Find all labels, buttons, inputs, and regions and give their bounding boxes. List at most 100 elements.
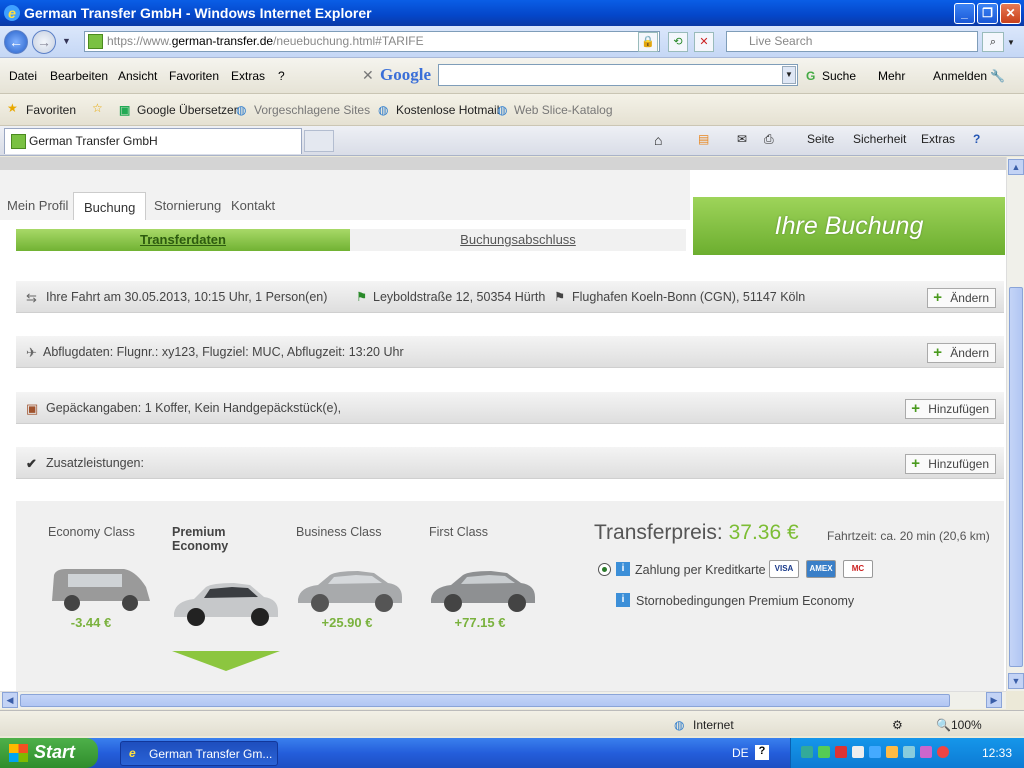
step-transferdaten[interactable]: Transferdaten — [16, 229, 350, 251]
menu-ansicht[interactable]: Ansicht — [118, 69, 157, 83]
tab-favicon — [11, 134, 26, 149]
protected-mode-icon[interactable]: ⚙ — [892, 718, 903, 732]
start-button[interactable]: Start — [0, 738, 98, 768]
tab-german-transfer[interactable]: German Transfer GmbH — [4, 128, 302, 154]
page-menu[interactable]: Seite — [807, 132, 834, 146]
search-icon[interactable]: ⌕ — [982, 32, 1004, 52]
minimize-button[interactable]: _ — [954, 3, 975, 24]
menu-datei[interactable]: Datei — [9, 69, 37, 83]
add-extras-button[interactable]: + Hinzufügen — [905, 454, 996, 474]
storno-link[interactable]: Stornobedingungen Premium Economy — [636, 594, 854, 608]
tray-device-icon[interactable] — [920, 746, 932, 758]
more-button[interactable]: Mehr — [878, 69, 905, 83]
add-luggage-button[interactable]: + Hinzufügen — [905, 399, 996, 419]
add-favorite-icon[interactable]: ☆ — [92, 101, 103, 115]
google-search-button[interactable]: Suche — [822, 69, 856, 83]
language-indicator[interactable]: DE — [732, 746, 749, 760]
start-label: Start — [34, 742, 76, 762]
transfer-price-label: Transferpreis: — [594, 521, 723, 544]
address-bar[interactable]: https://www.german-transfer.de/neuebuchu… — [84, 31, 660, 52]
close-toolbar-icon[interactable]: ✕ — [362, 67, 374, 84]
zoom-level[interactable]: 100% — [951, 718, 982, 732]
search-options-icon[interactable]: ▼ — [1007, 38, 1015, 47]
trip-to: Flughafen Koeln-Bonn (CGN), 51147 Köln — [572, 290, 806, 304]
change-trip-button[interactable]: + Ändern — [927, 288, 996, 308]
mail-icon[interactable]: ✉ — [737, 132, 747, 146]
back-button[interactable]: ← — [4, 30, 28, 54]
close-button[interactable]: ✕ — [1000, 3, 1021, 24]
flight-info: Abflugdaten: Flugnr.: xy123, Flugziel: M… — [43, 345, 404, 359]
new-tab-button[interactable] — [304, 130, 334, 152]
tray-security-icon[interactable] — [886, 746, 898, 758]
history-dropdown-icon[interactable]: ▼ — [62, 36, 71, 46]
class-economy-label[interactable]: Economy Class — [48, 525, 158, 539]
class-business-label[interactable]: Business Class — [296, 525, 406, 539]
help-icon[interactable]: ? — [973, 132, 980, 146]
tray-acrobat-icon[interactable] — [835, 746, 847, 758]
class-premium-label[interactable]: Premium Economy — [172, 525, 262, 553]
maximize-button[interactable]: ❐ — [977, 3, 998, 24]
van-image[interactable] — [46, 561, 154, 617]
lock-icon[interactable]: 🔒 — [638, 32, 658, 52]
scroll-down-icon[interactable]: ▼ — [1008, 673, 1024, 689]
menu-favoriten[interactable]: Favoriten — [169, 69, 219, 83]
security-menu[interactable]: Sicherheit — [853, 132, 906, 146]
menu-bearbeiten[interactable]: Bearbeiten — [50, 69, 108, 83]
sedan-premium-image[interactable] — [172, 575, 280, 631]
feeds-icon[interactable]: ▤ — [698, 132, 709, 146]
nav-stornierung[interactable]: Stornierung — [154, 198, 221, 213]
fav-suggested-sites[interactable]: Vorgeschlagene Sites — [254, 103, 370, 117]
live-search-input[interactable]: Live Search — [726, 31, 978, 52]
horizontal-scrollbar[interactable]: ◀ ▶ — [0, 691, 1006, 709]
scroll-up-icon[interactable]: ▲ — [1008, 159, 1024, 175]
change-flight-button[interactable]: + Ändern — [927, 343, 996, 363]
storno-info-icon[interactable]: i — [616, 593, 630, 607]
payment-label: Zahlung per Kreditkarte — [635, 563, 766, 577]
forward-button[interactable]: → — [32, 30, 56, 54]
home-icon[interactable]: ⌂ — [654, 132, 662, 148]
favorites-button[interactable]: Favoriten — [26, 103, 76, 117]
wrench-icon[interactable]: 🔧 — [990, 69, 1005, 83]
menu-help[interactable]: ? — [278, 69, 285, 83]
price-economy: -3.44 € — [70, 615, 112, 630]
nav-buchung[interactable]: Buchung — [73, 192, 147, 220]
fav-hotmail[interactable]: Kostenlose Hotmail — [396, 103, 499, 117]
nav-mein-profil[interactable]: Mein Profil — [7, 198, 68, 213]
nav-kontakt[interactable]: Kontakt — [231, 198, 275, 213]
tray-app-icon[interactable] — [818, 746, 830, 758]
scroll-right-icon[interactable]: ▶ — [986, 692, 1002, 708]
sign-in-button[interactable]: Anmelden — [933, 69, 987, 83]
sedan-business-image[interactable] — [296, 561, 404, 617]
refresh-icon[interactable]: ⟲ — [668, 32, 688, 52]
zoom-icon: 🔍 — [936, 718, 951, 732]
horizontal-scroll-thumb[interactable] — [20, 694, 950, 707]
print-icon[interactable]: ⎙ — [764, 132, 774, 147]
vertical-scrollbar[interactable]: ▲ ▼ — [1006, 157, 1024, 691]
google-search-input[interactable]: ▼ — [438, 64, 798, 86]
stop-icon[interactable]: ✕ — [694, 32, 714, 52]
menu-extras[interactable]: Extras — [231, 69, 265, 83]
scroll-left-icon[interactable]: ◀ — [2, 692, 18, 708]
transfer-price-value: 37.36 € — [728, 521, 799, 544]
class-first-label[interactable]: First Class — [429, 525, 539, 539]
fav-web-slice[interactable]: Web Slice-Katalog — [514, 103, 613, 117]
ie-site-icon: ◍ — [236, 103, 247, 117]
tray-network-icon[interactable] — [801, 746, 813, 758]
tray-speaker-icon[interactable] — [903, 746, 915, 758]
zone-label: Internet — [693, 718, 734, 732]
fav-google-translate[interactable]: Google Übersetzer — [137, 103, 238, 117]
system-tray: 12:33 — [790, 738, 1024, 768]
payment-radio[interactable] — [598, 563, 611, 576]
menu-bar: Datei Bearbeiten Ansicht Favoriten Extra… — [0, 58, 1024, 94]
sedan-first-image[interactable] — [429, 561, 537, 617]
tray-tools-icon[interactable] — [869, 746, 881, 758]
google-dropdown-icon[interactable]: ▼ — [782, 66, 796, 84]
tools-menu[interactable]: Extras — [921, 132, 955, 146]
info-icon[interactable]: i — [616, 562, 630, 576]
tray-alert-icon[interactable] — [937, 746, 949, 758]
vertical-scroll-thumb[interactable] — [1009, 287, 1023, 667]
taskbar-ie-window[interactable]: e German Transfer Gm... — [120, 741, 278, 766]
step-buchungsabschluss[interactable]: Buchungsabschluss — [350, 229, 686, 251]
tray-monitor-icon[interactable] — [852, 746, 864, 758]
help-tray-icon[interactable]: ? — [755, 745, 769, 760]
